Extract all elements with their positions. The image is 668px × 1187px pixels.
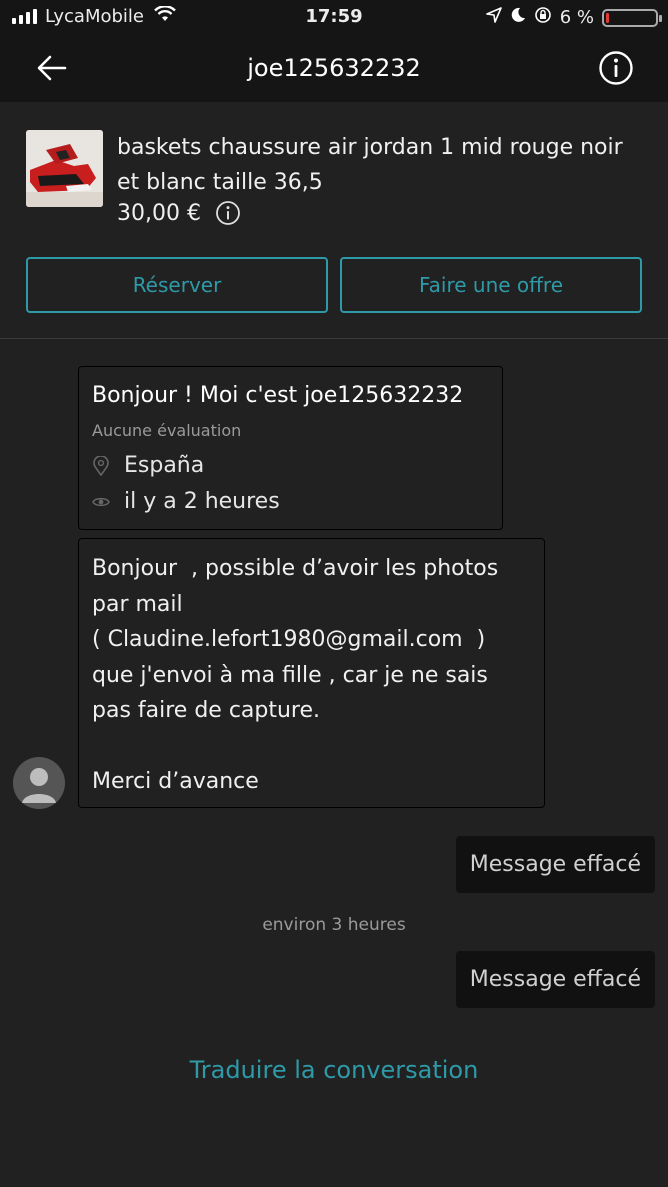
item-card: baskets chaussure air jordan 1 mid rouge…	[0, 102, 668, 339]
moon-icon	[510, 7, 526, 28]
info-button[interactable]	[596, 48, 636, 88]
location-arrow-icon	[485, 7, 502, 28]
chat-header: joe125632232	[0, 34, 668, 102]
item-price-row: 30,00 €	[117, 200, 241, 226]
user-icon	[22, 768, 56, 803]
price-info-icon[interactable]	[215, 200, 241, 226]
reserve-button[interactable]: Réserver	[26, 257, 328, 313]
seller-intro-card: Bonjour ! Moi c'est joe125632232 Aucune …	[78, 366, 503, 530]
battery-level	[606, 12, 609, 23]
avatar[interactable]	[13, 757, 65, 809]
info-circle-icon	[599, 51, 633, 85]
eye-icon	[92, 493, 110, 511]
make-offer-button[interactable]: Faire une offre	[340, 257, 642, 313]
received-message: Bonjour , possible d’avoir les photos pa…	[78, 538, 545, 808]
translate-conversation-link[interactable]: Traduire la conversation	[0, 1056, 668, 1084]
last-seen-row: il y a 2 heures	[92, 489, 280, 514]
item-price: 30,00 €	[117, 200, 201, 226]
location-row: España	[92, 453, 204, 478]
location-pin-icon	[92, 455, 110, 476]
message-text: Bonjour , possible d’avoir les photos pa…	[92, 556, 499, 794]
rating-text: Aucune évaluation	[92, 421, 242, 440]
message-timestamp: environ 3 heures	[262, 915, 406, 935]
item-thumbnail[interactable]	[26, 130, 103, 207]
sent-message[interactable]: Message effacé	[455, 836, 655, 893]
item-title[interactable]: baskets chaussure air jordan 1 mid rouge…	[117, 130, 637, 200]
intro-title: Bonjour ! Moi c'est joe125632232	[92, 383, 464, 408]
battery-percent: 6 %	[559, 7, 594, 28]
sent-message[interactable]: Message effacé	[455, 951, 655, 1008]
location-text: España	[124, 453, 205, 478]
battery-icon	[602, 8, 662, 27]
status-right: 6 %	[485, 6, 662, 29]
rotation-lock-icon	[534, 6, 552, 29]
last-seen-text: il y a 2 heures	[124, 489, 280, 514]
page-title: joe125632232	[247, 54, 421, 82]
status-bar: LycaMobile 17:59 6 %	[0, 0, 668, 34]
